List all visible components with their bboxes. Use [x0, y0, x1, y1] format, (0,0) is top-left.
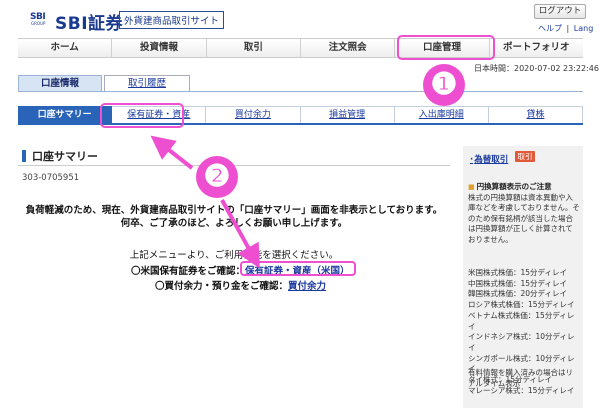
delay-item: 中国株式株価：15分ディレイ — [468, 278, 568, 288]
warning-body: 株式の円換算額は資本異動や入庫などを考慮しておりません。そのため保有銘柄が該当し… — [468, 192, 580, 244]
page-title: 口座サマリー — [32, 150, 98, 163]
delay-item: 韓国株式株価：20分ディレイ — [468, 289, 568, 299]
logout-button[interactable]: ログアウト — [534, 4, 586, 19]
logo-mark-sub: GROUP — [31, 21, 46, 26]
help-link[interactable]: ヘルプ — [538, 24, 562, 33]
fx-trade-button[interactable]: 取引 — [515, 151, 535, 162]
nav-order-inquiry[interactable]: 注文照会 — [301, 39, 396, 57]
yen-conversion-warning: 円換算額表示のご注意 株式の円換算額は資本異動や入庫などを考慮しておりません。そ… — [468, 182, 580, 245]
tab-buying-power[interactable]: 買付余力 — [206, 106, 301, 123]
holdings-link-prefix: 〇米国保有証券をご確認： — [131, 266, 246, 277]
delay-item: インドネシア株式：10分ディレイ — [468, 332, 575, 352]
annotation-number-1: ❶ — [423, 64, 465, 106]
account-number: 303-0705951 — [22, 173, 80, 183]
delay-item: ロシア株式株価：15分ディレイ — [468, 300, 575, 310]
heading-bar — [22, 150, 26, 162]
tab-pnl[interactable]: 損益管理 — [300, 106, 395, 123]
help-separator: | — [566, 24, 570, 33]
nav-portfolio[interactable]: ポートフォリオ — [490, 39, 583, 57]
nav-investment-info[interactable]: 投資情報 — [112, 39, 207, 57]
realtime-note: 有料情報を購入済みの場合はリアルタイム表示 — [468, 368, 573, 388]
sbi-group-logo: SBI GROUP — [30, 12, 52, 26]
notice-message: 負荷軽減のため、現在、外貨建商品取引サイトの「口座サマリー」画面を非表示としてお… — [18, 204, 450, 230]
lang-link[interactable]: Lang — [574, 24, 594, 33]
site-header: SBI GROUP SBI証券 外貨建商品取引サイト ログアウト ヘルプ | L… — [0, 0, 600, 38]
logo-text: SBI証券 — [55, 14, 124, 34]
japan-time-label: 日本時間： — [474, 64, 514, 73]
japan-time: 日本時間：2020-07-02 23:22:46 — [474, 63, 599, 74]
tab-account-summary[interactable]: 口座サマリー — [18, 106, 113, 123]
main-nav: ホーム 投資情報 取引 注文照会 口座管理 ポートフォリオ — [18, 38, 583, 58]
notice-line-2: 何卒、ご了承のほど、よろしくお願い申し上げます。 — [120, 218, 348, 229]
subtab-divider — [18, 91, 583, 92]
highlight-holdings-tab — [100, 103, 184, 128]
notice-line-1: 負荷軽減のため、現在、外貨建商品取引サイトの「口座サマリー」画面を非表示としてお… — [25, 205, 443, 216]
japan-time-value: 2020-07-02 23:22:46 — [514, 64, 599, 73]
fx-trade-link[interactable]: 為替取引 — [470, 153, 508, 165]
delay-item: ベトナム株式株価：15分ディレイ — [468, 310, 575, 331]
buying-power-link-prefix: 〇買付余力・預り金をご確認： — [155, 281, 289, 292]
page-heading: 口座サマリー — [18, 146, 450, 166]
highlight-holdings-link — [240, 261, 356, 276]
tab-stock-lending[interactable]: 貸株 — [488, 106, 584, 123]
delay-item: 米国株式株価：15分ディレイ — [468, 268, 568, 277]
tab-transfer-history[interactable]: 入出庫明細 — [394, 106, 489, 123]
nav-trade[interactable]: 取引 — [207, 39, 301, 57]
warning-title: 円換算額表示のご注意 — [468, 182, 580, 193]
subtab-account-info[interactable]: 口座情報 — [18, 75, 102, 92]
help-links: ヘルプ | Lang — [538, 23, 593, 34]
site-name-badge: 外貨建商品取引サイト — [119, 11, 225, 29]
annotation-number-2: ❷ — [196, 156, 238, 198]
nav-home[interactable]: ホーム — [18, 39, 113, 57]
buying-power-link[interactable]: 買付余力 — [288, 281, 326, 292]
menu-note: 上記メニューより、ご利用機能を選択ください。 — [129, 250, 339, 261]
highlight-account-management — [397, 35, 495, 60]
buying-power-link-line: 〇買付余力・預り金をご確認：買付余力 — [155, 278, 326, 292]
subtab-trade-history[interactable]: 取引履歴 — [104, 75, 190, 92]
